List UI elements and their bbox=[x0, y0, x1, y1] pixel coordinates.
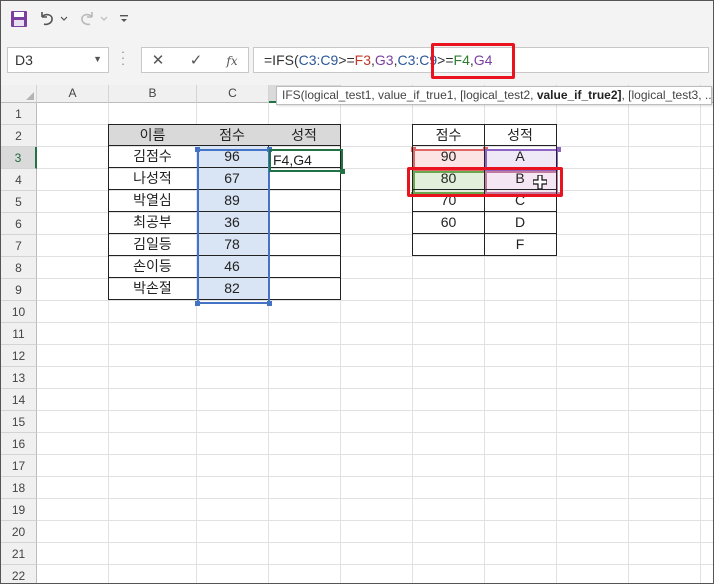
row-header-8[interactable]: 8 bbox=[1, 257, 37, 279]
cell-cursor-icon bbox=[533, 175, 547, 189]
table-cell[interactable]: 최공부 bbox=[108, 212, 197, 234]
row-header-7[interactable]: 7 bbox=[1, 235, 37, 257]
worksheet-grid[interactable]: ABCDEFGHIJ 12345678910111213141516171819… bbox=[1, 85, 713, 583]
gridline-horizontal bbox=[37, 520, 713, 521]
table-cell[interactable] bbox=[268, 190, 341, 212]
formula-buttons: ✕ ✓ fx bbox=[141, 47, 249, 73]
undo-dropdown-icon[interactable] bbox=[59, 8, 69, 30]
table-cell[interactable]: 나성적 bbox=[108, 168, 197, 190]
row-header-10[interactable]: 10 bbox=[1, 301, 37, 323]
table-cell[interactable]: 김점수 bbox=[108, 146, 197, 168]
row-header-20[interactable]: 20 bbox=[1, 521, 37, 543]
gridline-horizontal bbox=[37, 564, 713, 565]
function-tooltip: IFS(logical_test1, value_if_true1, [logi… bbox=[276, 86, 712, 105]
chevron-down-icon[interactable]: ▼ bbox=[93, 54, 102, 64]
gridline-horizontal bbox=[37, 410, 713, 411]
select-all-icon bbox=[26, 92, 34, 100]
excel-window: D3 ▼ · · · ✕ ✓ fx =IFS(C3:C9>=F3,G3,C3:C9>… bbox=[0, 0, 714, 584]
select-all-corner[interactable] bbox=[1, 85, 37, 103]
row-header-15[interactable]: 15 bbox=[1, 411, 37, 433]
formula-part: >= bbox=[338, 52, 355, 68]
row-header-6[interactable]: 6 bbox=[1, 213, 37, 235]
tooltip-text: IFS(logical_test1, value_if_true1, [logi… bbox=[282, 88, 537, 102]
row-header-1[interactable]: 1 bbox=[1, 103, 37, 125]
table-cell[interactable]: 손이등 bbox=[108, 256, 197, 278]
quick-access-toolbar bbox=[1, 1, 713, 39]
table-cell[interactable]: 박손절 bbox=[108, 278, 197, 300]
table-header-cell[interactable]: 성적 bbox=[268, 124, 341, 146]
range-handle[interactable] bbox=[195, 301, 200, 306]
grade-cell[interactable]: D bbox=[484, 212, 557, 234]
grade-cell[interactable]: 90 bbox=[412, 146, 485, 168]
row-header-13[interactable]: 13 bbox=[1, 367, 37, 389]
insert-function-icon[interactable]: fx bbox=[222, 51, 242, 71]
table-cell[interactable] bbox=[268, 212, 341, 234]
name-box[interactable]: D3 ▼ bbox=[7, 47, 109, 73]
row-header-14[interactable]: 14 bbox=[1, 389, 37, 411]
row-header-3[interactable]: 3 bbox=[1, 147, 37, 169]
gridline-horizontal bbox=[37, 454, 713, 455]
save-icon[interactable] bbox=[9, 8, 29, 30]
row-header-17[interactable]: 17 bbox=[1, 455, 37, 477]
gridline-horizontal bbox=[37, 388, 713, 389]
enter-icon[interactable]: ✓ bbox=[186, 51, 206, 71]
grade-header-cell[interactable]: 점수 bbox=[412, 124, 485, 146]
row-header-4[interactable]: 4 bbox=[1, 169, 37, 191]
gridline-horizontal bbox=[37, 498, 713, 499]
grade-cell[interactable]: F bbox=[484, 234, 557, 256]
grade-cell[interactable]: 60 bbox=[412, 212, 485, 234]
range-c3-c9-reference bbox=[197, 149, 270, 304]
row-header-22[interactable]: 22 bbox=[1, 565, 37, 583]
formula-part: F3 bbox=[354, 52, 372, 68]
formula-bar: D3 ▼ · · · ✕ ✓ fx =IFS(C3:C9>=F3,G3,C3:C9>… bbox=[1, 39, 713, 85]
table-cell[interactable] bbox=[268, 256, 341, 278]
column-header-a[interactable]: A bbox=[37, 85, 109, 103]
formula-part: =IFS( bbox=[264, 52, 299, 68]
gridline-horizontal bbox=[37, 476, 713, 477]
grade-cell[interactable] bbox=[412, 234, 485, 256]
table-cell[interactable] bbox=[268, 234, 341, 256]
formula-part: G3 bbox=[374, 52, 394, 68]
row-header-9[interactable]: 9 bbox=[1, 279, 37, 301]
row-header-5[interactable]: 5 bbox=[1, 191, 37, 213]
gridline-horizontal bbox=[37, 366, 713, 367]
range-handle[interactable] bbox=[267, 301, 272, 306]
formula-bar-grip-icon[interactable]: · · · bbox=[119, 45, 127, 71]
row-header-16[interactable]: 16 bbox=[1, 433, 37, 455]
row-header-19[interactable]: 19 bbox=[1, 499, 37, 521]
gridline-horizontal bbox=[37, 542, 713, 543]
table-header-cell[interactable]: 점수 bbox=[196, 124, 269, 146]
row-header-21[interactable]: 21 bbox=[1, 543, 37, 565]
table-cell[interactable]: 박열심 bbox=[108, 190, 197, 212]
customize-qat-icon[interactable] bbox=[117, 8, 131, 30]
fill-handle[interactable] bbox=[340, 169, 345, 174]
cancel-icon[interactable]: ✕ bbox=[148, 51, 168, 71]
row-header-12[interactable]: 12 bbox=[1, 345, 37, 367]
column-header-b[interactable]: B bbox=[109, 85, 197, 103]
redo-dropdown-icon[interactable] bbox=[99, 8, 109, 30]
formula-part: C3:C9 bbox=[298, 52, 339, 68]
table-cell[interactable]: 김일등 bbox=[108, 234, 197, 256]
gridline-horizontal bbox=[37, 300, 713, 301]
active-cell-text: F4,G4 bbox=[273, 152, 312, 168]
tooltip-text-rest: , [logical_test3, ...) bbox=[621, 88, 712, 102]
formula-highlight-box bbox=[431, 43, 515, 79]
gridline-horizontal bbox=[37, 322, 713, 323]
table-cell[interactable] bbox=[268, 278, 341, 300]
table-header-cell[interactable]: 이름 bbox=[108, 124, 197, 146]
gridline-horizontal bbox=[37, 344, 713, 345]
row-header-11[interactable]: 11 bbox=[1, 323, 37, 345]
column-header-c[interactable]: C bbox=[197, 85, 269, 103]
name-box-value: D3 bbox=[15, 52, 33, 68]
row-header-2[interactable]: 2 bbox=[1, 125, 37, 147]
grade-header-cell[interactable]: 성적 bbox=[484, 124, 557, 146]
gridline-horizontal bbox=[37, 432, 713, 433]
range-handle[interactable] bbox=[195, 147, 200, 152]
row-header-18[interactable]: 18 bbox=[1, 477, 37, 499]
grade-cell[interactable]: A bbox=[484, 146, 557, 168]
redo-icon[interactable] bbox=[77, 8, 97, 30]
tooltip-bold-arg: value_if_true2] bbox=[536, 88, 622, 102]
undo-icon[interactable] bbox=[37, 8, 57, 30]
